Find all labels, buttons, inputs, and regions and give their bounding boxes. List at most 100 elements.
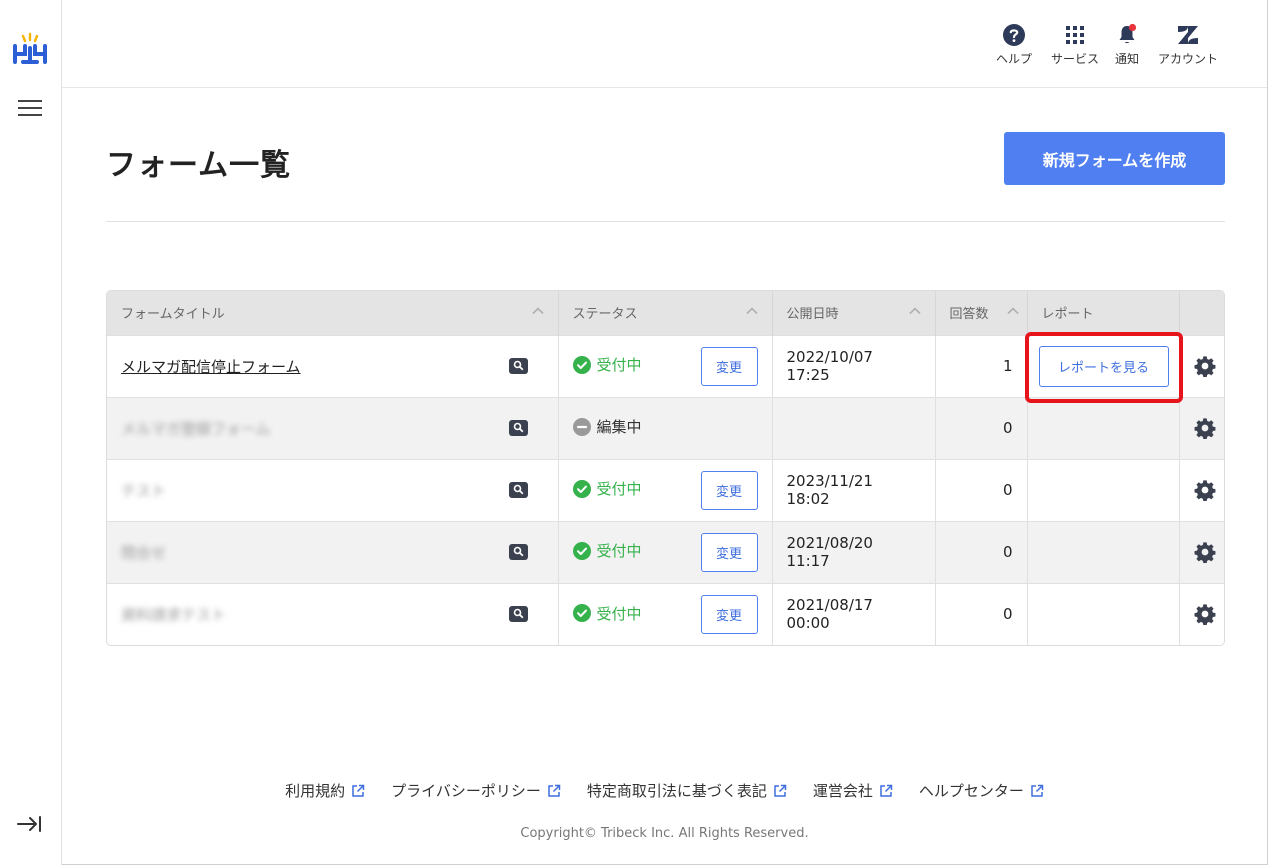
check-circle-icon: [572, 479, 591, 498]
table-row: 問合せ 受付中 変更 2021/08/20 11:17 0: [107, 520, 1224, 583]
external-link-icon: [352, 784, 365, 797]
status-text: 受付中: [596, 542, 642, 561]
cell-answers: 0: [935, 396, 1028, 459]
gear-icon[interactable]: [1194, 603, 1216, 626]
change-status-button[interactable]: 変更: [700, 470, 758, 510]
left-sidebar: [0, 0, 62, 865]
footer-link-privacy[interactable]: プライバシーポリシー: [391, 780, 561, 801]
col-header-report: レポート: [1027, 291, 1180, 335]
minus-circle-icon: [572, 417, 591, 436]
gear-icon[interactable]: [1194, 355, 1216, 377]
external-link-icon: [548, 784, 561, 797]
change-status-button[interactable]: 変更: [700, 594, 758, 634]
status-badge: 受付中: [572, 478, 642, 499]
form-title-link[interactable]: テスト: [121, 480, 166, 501]
footer-link-label: 特定商取引法に基づく表記: [586, 782, 767, 800]
footer-link-helpcenter[interactable]: ヘルプセンター: [919, 780, 1044, 801]
col-header-title[interactable]: フォームタイトル: [107, 291, 559, 335]
cell-status: 受付中 変更: [558, 520, 773, 583]
form-title-link[interactable]: メルマガ配信停止フォーム: [121, 358, 301, 376]
cell-published: 2022/10/07 17:25: [772, 334, 936, 397]
form-title-link[interactable]: 問合せ: [121, 542, 166, 563]
status-badge: 受付中: [572, 354, 642, 375]
footer-link-company[interactable]: 運営会社: [813, 780, 893, 801]
gear-icon[interactable]: [1194, 479, 1216, 501]
table-header-row: フォームタイトル ステータス 公開日時 回答数 レポート: [107, 291, 1224, 335]
form-title-link[interactable]: 資料請求テスト: [121, 604, 226, 625]
cell-published: 2021/08/17 00:00: [772, 582, 936, 645]
sort-chevron-icon[interactable]: [1006, 305, 1019, 317]
cell-settings: [1179, 458, 1224, 521]
cell-report: [1027, 520, 1180, 583]
status-badge: 受付中: [572, 603, 642, 624]
account-logo-icon: [1178, 26, 1198, 44]
help-label: ヘルプ: [995, 52, 1032, 66]
status-text: 受付中: [596, 604, 642, 623]
help-button[interactable]: ヘルプ: [985, 22, 1043, 67]
table-row: メルマガ登録フォーム 編集中 0: [107, 396, 1224, 459]
change-status-button[interactable]: 変更: [700, 346, 758, 386]
footer-link-label: 運営会社: [812, 782, 873, 800]
create-form-button[interactable]: 新規フォームを作成: [1004, 132, 1225, 185]
account-button[interactable]: アカウント: [1151, 22, 1225, 67]
status-text: 受付中: [596, 480, 642, 499]
service-button[interactable]: サービス: [1047, 22, 1103, 67]
col-header-published[interactable]: 公開日時: [772, 291, 936, 335]
form-title-link[interactable]: メルマガ登録フォーム: [121, 418, 271, 439]
account-label: アカウント: [1157, 52, 1218, 66]
cell-status: 受付中 変更: [558, 458, 773, 521]
col-header-answers[interactable]: 回答数: [935, 291, 1028, 335]
footer-link-commerce[interactable]: 特定商取引法に基づく表記: [587, 780, 787, 801]
hamburger-menu-icon[interactable]: [18, 100, 42, 120]
copyright-text: Copyright© Tribeck Inc. All Rights Reser…: [520, 826, 809, 841]
cell-report: [1027, 458, 1180, 521]
preview-search-icon[interactable]: [508, 481, 528, 498]
footer-links: 利用規約 プライバシーポリシー 特定商取引法に基づく表記 運営会社 ヘルプセンタ…: [62, 780, 1267, 801]
gear-icon[interactable]: [1194, 417, 1216, 439]
change-status-button[interactable]: 変更: [700, 532, 758, 572]
apps-grid-icon: [1066, 26, 1084, 44]
sort-chevron-icon[interactable]: [745, 305, 758, 317]
cell-title: 問合せ: [107, 520, 559, 583]
footer-link-terms[interactable]: 利用規約: [285, 780, 365, 801]
check-circle-icon: [572, 355, 591, 374]
gear-icon[interactable]: [1194, 541, 1216, 563]
cell-title: 資料請求テスト: [107, 582, 559, 645]
notice-label: 通知: [1114, 52, 1139, 66]
sort-chevron-icon[interactable]: [908, 305, 921, 317]
cell-title: テスト: [107, 458, 559, 521]
status-badge: 受付中: [572, 540, 642, 561]
view-report-button[interactable]: レポートを見る: [1038, 345, 1169, 387]
col-header-answers-label: 回答数: [949, 307, 989, 323]
notification-button[interactable]: 通知: [1107, 22, 1147, 67]
col-header-status-label: ステータス: [572, 307, 638, 323]
header-actions: ヘルプ サービス 通知 アカウント: [985, 22, 1225, 67]
cell-answers: 1: [935, 334, 1028, 397]
cell-report: [1027, 396, 1180, 459]
footer-link-label: プライバシーポリシー: [391, 782, 541, 800]
brand-logo[interactable]: [12, 32, 48, 72]
cell-title: メルマガ配信停止フォーム: [107, 334, 559, 397]
cell-settings: [1179, 334, 1224, 397]
col-header-status[interactable]: ステータス: [558, 291, 773, 335]
preview-search-icon[interactable]: [508, 419, 528, 436]
preview-search-icon[interactable]: [508, 357, 528, 374]
cell-settings: [1179, 582, 1224, 645]
cell-report: レポートを見る: [1027, 334, 1180, 397]
preview-search-icon[interactable]: [508, 605, 528, 622]
status-text: 受付中: [596, 356, 642, 375]
sort-chevron-icon[interactable]: [531, 305, 544, 317]
col-header-report-label: レポート: [1041, 307, 1094, 323]
cell-answers: 0: [935, 582, 1028, 645]
external-link-icon: [774, 784, 787, 797]
footer-link-label: 利用規約: [285, 782, 346, 800]
col-header-settings: [1179, 291, 1224, 335]
col-header-title-label: フォームタイトル: [121, 307, 225, 323]
collapse-sidebar-icon[interactable]: [16, 814, 44, 834]
cell-settings: [1179, 520, 1224, 583]
cell-answers: 0: [935, 458, 1028, 521]
preview-search-icon[interactable]: [508, 543, 528, 560]
col-header-published-label: 公開日時: [786, 307, 839, 323]
check-circle-icon: [572, 541, 591, 560]
cell-title: メルマガ登録フォーム: [107, 396, 559, 459]
